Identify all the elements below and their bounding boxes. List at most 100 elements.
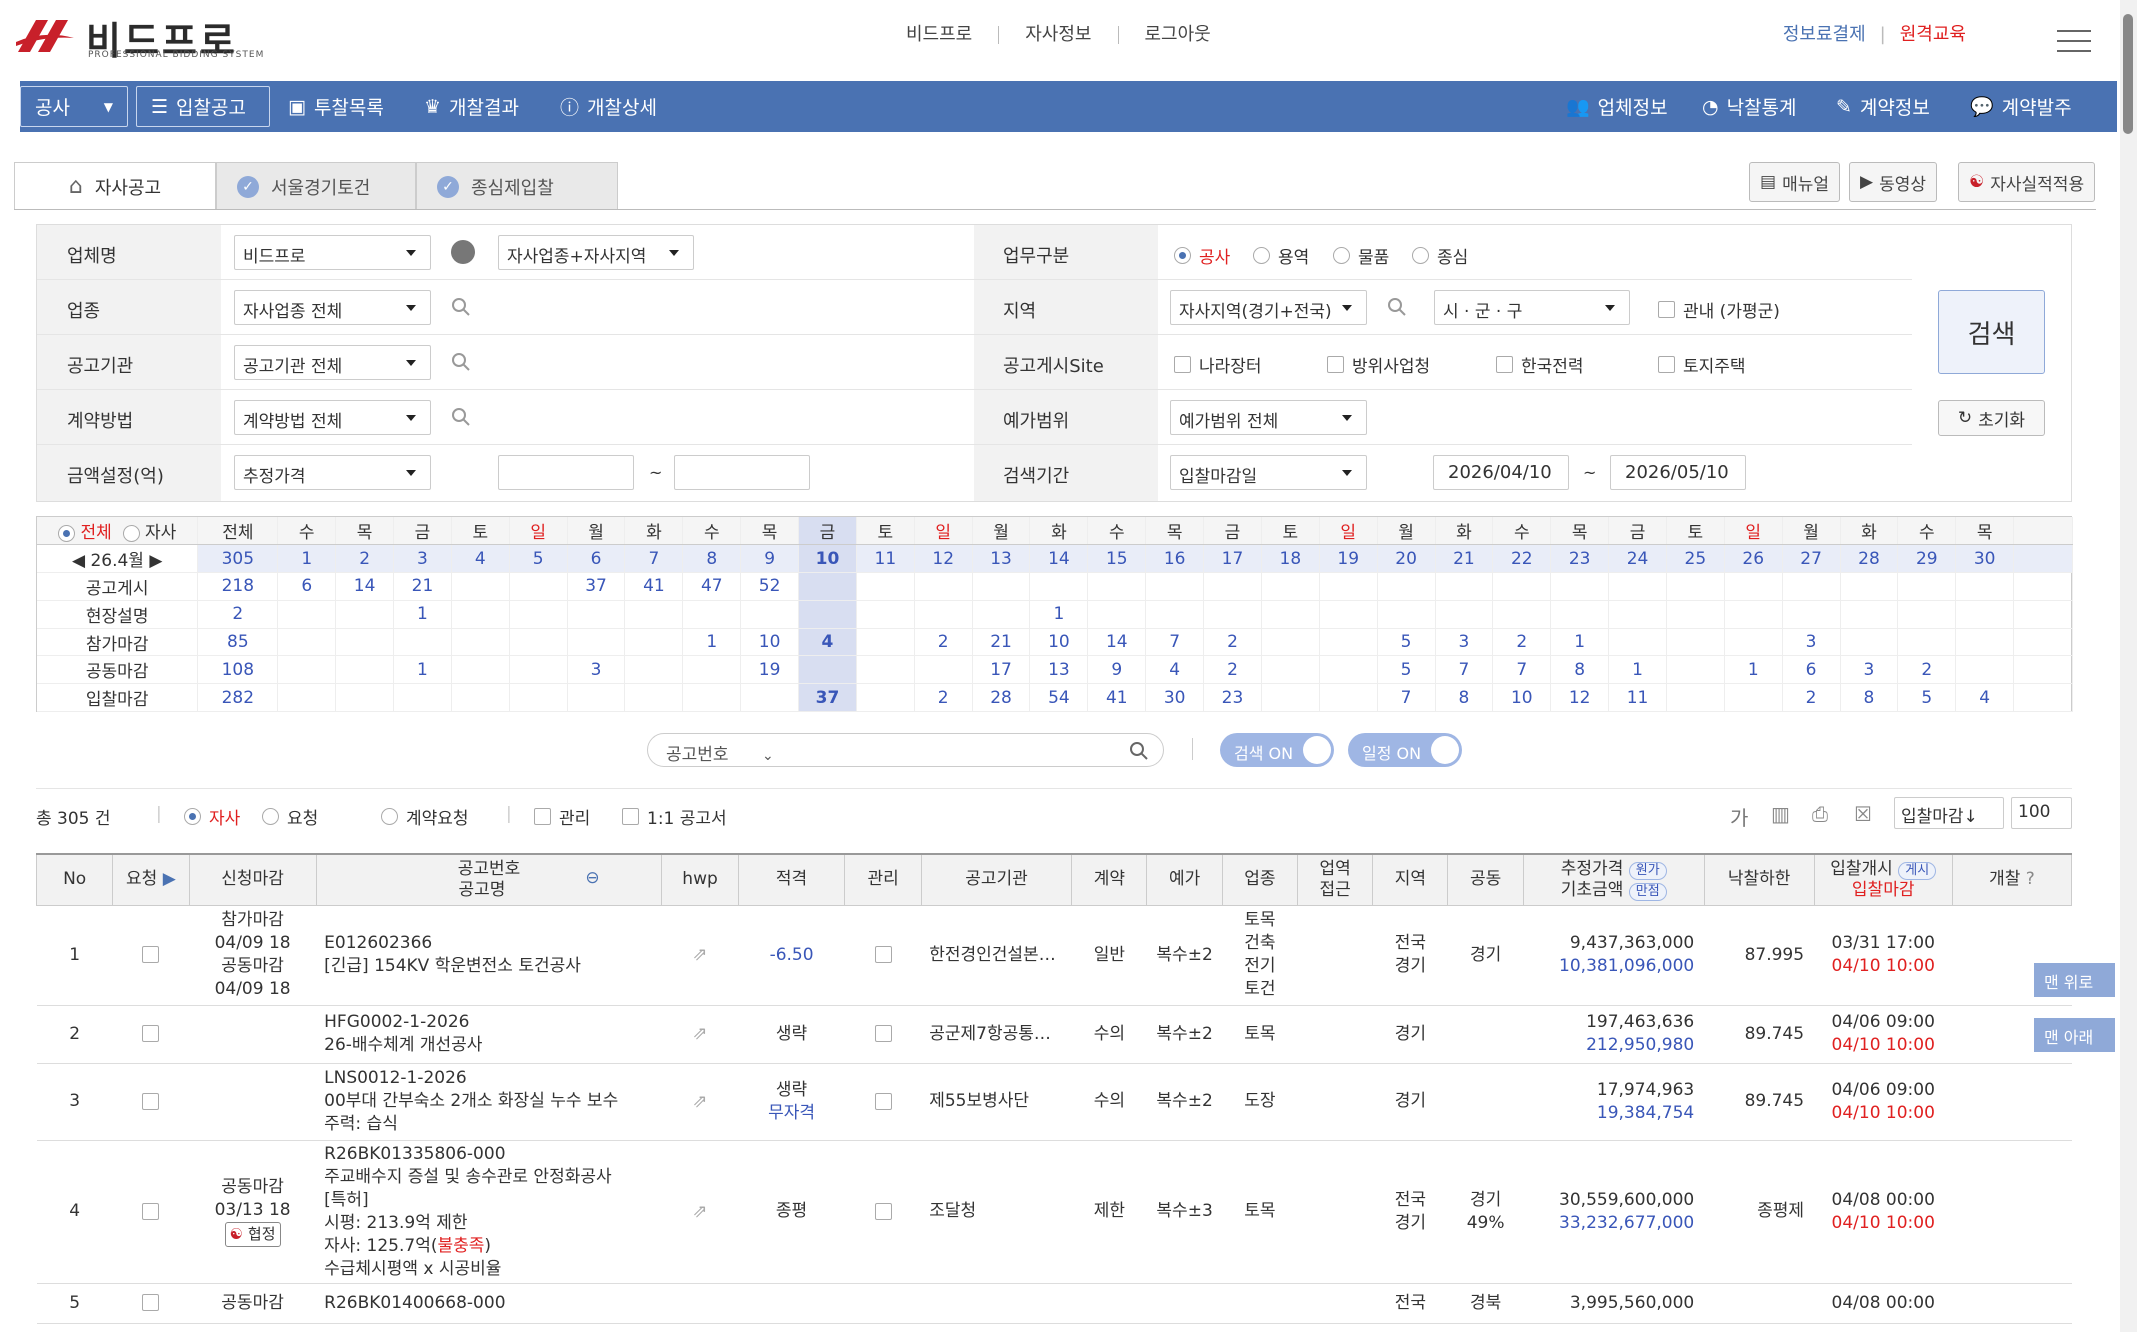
- calendar-count[interactable]: 7: [1492, 655, 1552, 685]
- calendar-count[interactable]: 2: [1203, 655, 1262, 685]
- col-manage[interactable]: 관리: [844, 853, 922, 906]
- calendar-count[interactable]: 8: [1550, 655, 1610, 685]
- calendar-day[interactable]: 5: [509, 544, 568, 574]
- col-no[interactable]: No: [35, 853, 114, 906]
- calendar-count[interactable]: 54: [1029, 683, 1089, 713]
- scroll-top-button[interactable]: 맨 위로: [2034, 963, 2115, 997]
- tab-company-notice[interactable]: ⌂ 자사공고: [14, 162, 216, 210]
- col-award-rate[interactable]: 낙찰하한: [1703, 853, 1815, 906]
- notice-name-line[interactable]: 00부대 간부숙소 2개소 화장실 누수 보수: [324, 1090, 662, 1113]
- request-checkbox[interactable]: [142, 1025, 160, 1042]
- calendar-count[interactable]: 47: [682, 572, 742, 601]
- apply-record-button[interactable]: ☯ 자사실적적용: [1958, 162, 2096, 202]
- calendar-count[interactable]: 41: [1087, 683, 1147, 713]
- filter-radio-company[interactable]: 자사: [184, 804, 240, 829]
- calendar-count[interactable]: 37: [798, 683, 857, 713]
- remote-edu-link[interactable]: 원격교육: [1886, 26, 1980, 44]
- industry-search-icon[interactable]: [451, 297, 471, 317]
- calendar-count[interactable]: 3: [1435, 628, 1494, 657]
- notice-number[interactable]: E012602366: [324, 932, 662, 955]
- calendar-count[interactable]: 7: [1377, 683, 1436, 713]
- cost-pill[interactable]: 원가: [1628, 861, 1667, 880]
- calendar-count[interactable]: 21: [972, 628, 1031, 657]
- calendar-count[interactable]: 1: [393, 600, 452, 629]
- request-checkbox[interactable]: [142, 1202, 160, 1220]
- topnav-bidpro[interactable]: 비드프로: [880, 26, 998, 44]
- calendar-count[interactable]: 30: [1145, 683, 1205, 713]
- date-from-input[interactable]: 2026/04/10: [1433, 455, 1569, 490]
- calendar-day[interactable]: 14: [1029, 544, 1089, 574]
- city-select[interactable]: 시 · 군 · 구: [1434, 290, 1630, 325]
- manage-checkbox[interactable]: [874, 946, 892, 963]
- calendar-day[interactable]: 29: [1897, 544, 1957, 574]
- col-joint[interactable]: 공동: [1447, 853, 1524, 906]
- calendar-day[interactable]: 26: [1724, 544, 1783, 574]
- hamburger-menu-icon[interactable]: [2057, 30, 2091, 52]
- calendar-day[interactable]: 6: [567, 544, 626, 574]
- calendar-day[interactable]: 19: [1319, 544, 1378, 574]
- calendar-day[interactable]: 21: [1435, 544, 1494, 574]
- manage-checkbox[interactable]: [874, 1025, 892, 1042]
- amount-type-select[interactable]: 추정가격: [234, 455, 431, 490]
- calendar-count[interactable]: 3: [1782, 628, 1841, 657]
- col-hwp[interactable]: hwp: [661, 853, 739, 906]
- calendar-count[interactable]: 37: [567, 572, 626, 601]
- site-checkbox-kepco[interactable]: 한국전력: [1496, 352, 1584, 377]
- calendar-count[interactable]: 6: [1782, 655, 1841, 685]
- notice-name-line[interactable]: 시평: 213.9억 제한: [324, 1212, 662, 1235]
- scroll-bottom-button[interactable]: 맨 아래: [2034, 1018, 2115, 1052]
- scrollbar-thumb[interactable]: [2123, 14, 2133, 134]
- calendar-count[interactable]: 5: [1377, 628, 1436, 657]
- calendar-day[interactable]: 22: [1492, 544, 1552, 574]
- page-size-select[interactable]: 100: [2011, 797, 2072, 829]
- calendar-count[interactable]: 19: [740, 655, 800, 685]
- calendar-row-total[interactable]: 85: [197, 628, 279, 657]
- request-checkbox[interactable]: [142, 1092, 160, 1110]
- company-scope-select[interactable]: 자사업종+자사지역: [498, 235, 694, 270]
- filter-check-notice-doc[interactable]: 1:1 공고서: [622, 804, 727, 829]
- calendar-day[interactable]: 16: [1145, 544, 1205, 574]
- calendar-count[interactable]: 2: [914, 683, 973, 713]
- local-only-checkbox[interactable]: 관내 (가평군): [1658, 297, 1780, 322]
- notice-name-line[interactable]: 26-배수체계 개선공사: [324, 1034, 662, 1057]
- agreement-badge[interactable]: ☯ 협정: [224, 1222, 281, 1247]
- help-icon[interactable]: ?: [2026, 869, 2035, 889]
- price-range-select[interactable]: 예가범위 전체: [1170, 400, 1367, 435]
- calendar-count[interactable]: 52: [740, 572, 800, 601]
- nav-opening-result[interactable]: ♛ 개찰결과: [424, 86, 519, 127]
- calendar-count[interactable]: 2: [1492, 628, 1552, 657]
- payment-link[interactable]: 정보료결제: [1769, 26, 1880, 44]
- video-button[interactable]: ▶ 동영상: [1849, 162, 1937, 202]
- site-checkbox-dapa[interactable]: 방위사업청: [1327, 352, 1430, 377]
- table-row[interactable]: 3 LNS0012-1-2026 00부대 간부숙소 2개소 화장실 누수 보수 주력…: [36, 1063, 2072, 1141]
- period-type-select[interactable]: 입찰마감일: [1170, 455, 1367, 490]
- excel-icon[interactable]: ☒: [1854, 802, 1872, 826]
- calendar-day[interactable]: 2: [335, 544, 395, 574]
- agency-search-icon[interactable]: [451, 352, 471, 372]
- col-opening[interactable]: 개찰 ?: [1951, 853, 2073, 906]
- calendar-count[interactable]: 10: [1492, 683, 1552, 713]
- calendar-count[interactable]: 9: [1087, 655, 1147, 685]
- calendar-day[interactable]: 30: [1955, 544, 2015, 574]
- calendar-day[interactable]: 10: [798, 544, 857, 574]
- calendar-count[interactable]: 4: [798, 628, 857, 657]
- calendar-count[interactable]: 23: [1203, 683, 1262, 713]
- calendar-day[interactable]: 15: [1087, 544, 1147, 574]
- month-nav[interactable]: ◀ 26.4월 ▶: [37, 544, 199, 574]
- col-notice[interactable]: 공고번호 공고명 ⊖: [315, 853, 663, 906]
- calendar-mode[interactable]: 전체 자사: [37, 517, 199, 546]
- amount-max-input[interactable]: [674, 455, 810, 490]
- agency-select[interactable]: 공고기관 전체: [234, 345, 431, 380]
- notice-name-line[interactable]: [긴급] 154KV 학운변전소 토건공사: [324, 955, 662, 978]
- calendar-count[interactable]: 1: [1724, 655, 1783, 685]
- search-button[interactable]: 검색: [1938, 290, 2045, 374]
- topnav-logout[interactable]: 로그아웃: [1117, 26, 1237, 44]
- calendar-count[interactable]: 17: [972, 655, 1031, 685]
- biztype-radio-goods[interactable]: 물품: [1333, 243, 1389, 268]
- play-circle-icon[interactable]: ▶: [163, 869, 176, 889]
- font-size-button[interactable]: 가: [1730, 802, 1748, 831]
- page-scrollbar[interactable]: [2120, 0, 2137, 1332]
- biztype-radio-comprehensive[interactable]: 종심: [1412, 243, 1468, 268]
- col-access[interactable]: 업역 접근: [1296, 853, 1374, 906]
- region-select[interactable]: 자사지역(경기+전국): [1170, 290, 1367, 325]
